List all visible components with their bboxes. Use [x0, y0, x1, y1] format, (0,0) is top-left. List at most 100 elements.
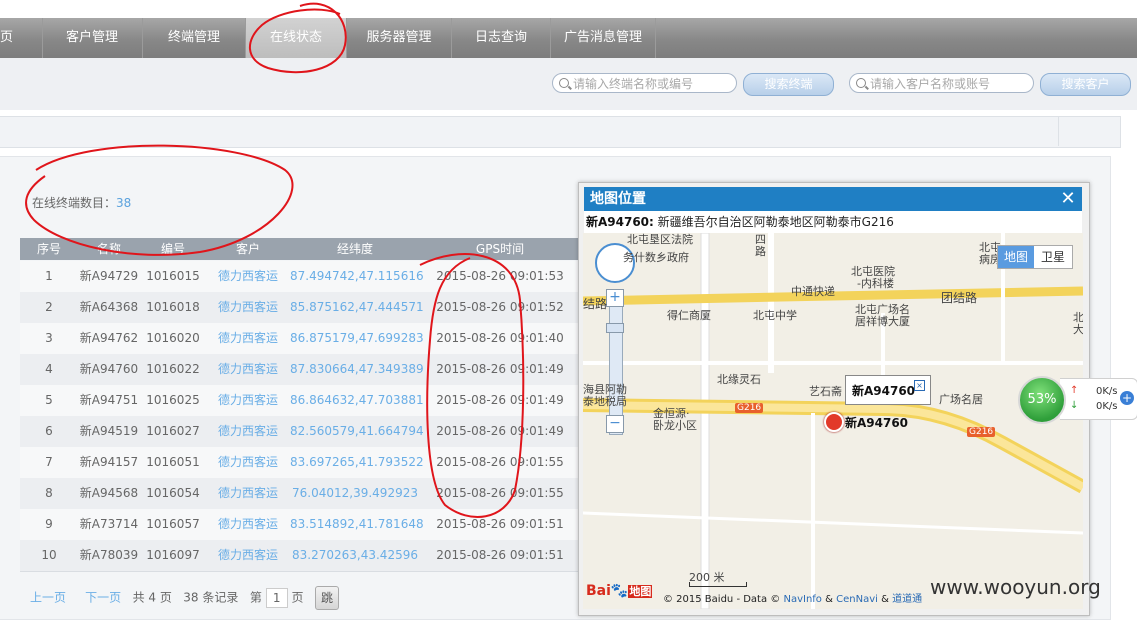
popup-label: 新A94760	[852, 384, 916, 398]
cennavi-link[interactable]: CenNavi	[836, 594, 878, 605]
cell-coords[interactable]: 86.864632,47.703881	[290, 385, 424, 415]
table-row[interactable]: 10 新A78039 1016097 德力西客运 83.270263,43.42596 2…	[20, 540, 580, 572]
search-customer-button[interactable]: 搜索客户	[1040, 73, 1131, 96]
section-header-bar	[0, 116, 1121, 148]
cell-name: 新A94751	[79, 393, 139, 407]
map-label: 泰地税局	[583, 395, 627, 408]
cell-coords[interactable]: 85.875162,47.444571	[290, 292, 424, 322]
daodao-link[interactable]: 道道通	[892, 594, 922, 605]
cell-no: 1	[45, 269, 53, 283]
download-arrow-icon: ↓	[1070, 400, 1079, 411]
memory-usage-ball[interactable]: 53%	[1018, 376, 1066, 424]
vehicle-marker-icon[interactable]	[824, 412, 844, 432]
table-row[interactable]: 4 新A94760 1016022 德力西客运 87.830664,47.349389 2…	[20, 354, 580, 386]
table-row[interactable]: 9 新A73714 1016057 德力西客运 83.514892,41.781648 2…	[20, 509, 580, 541]
zoom-slider[interactable]	[609, 293, 623, 435]
cell-customer[interactable]: 德力西客运	[206, 540, 290, 570]
cell-customer[interactable]: 德力西客运	[206, 354, 290, 384]
map-label: 北缘灵石	[717, 373, 761, 386]
cell-gps-time: 2015-08-26 09:01:52	[436, 300, 564, 314]
cell-coords[interactable]: 83.514892,41.781648	[290, 509, 424, 539]
cell-no: 6	[45, 424, 53, 438]
table-row[interactable]: 2 新A64368 1016018 德力西客运 85.875162,47.444571 2…	[20, 292, 580, 324]
cell-coords[interactable]: 87.494742,47.115616	[290, 261, 424, 291]
map-address-vehicle: 新A94760:	[586, 215, 654, 229]
map-label: 务什数乡政府	[623, 251, 689, 264]
next-page-link[interactable]: 下一页	[85, 591, 121, 605]
cell-coords[interactable]: 76.04012,39.492923	[290, 478, 420, 508]
cell-gps-time: 2015-08-26 09:01:49	[436, 393, 564, 407]
cell-customer[interactable]: 德力西客运	[206, 447, 290, 477]
table-row[interactable]: 5 新A94751 1016025 德力西客运 86.864632,47.703881 2…	[20, 385, 580, 417]
total-records: 38 条记录	[183, 590, 239, 605]
cell-id: 1016027	[146, 424, 200, 438]
map-address: 新A94760: 新疆维吾尔自治区阿勒泰地区阿勒泰市G216	[584, 211, 1082, 233]
map-type-map-button[interactable]: 地图	[998, 246, 1034, 268]
col-header-coords: 经纬度	[336, 242, 373, 256]
zoom-in-icon[interactable]: +	[606, 289, 624, 307]
nav-item-logs[interactable]: 日志查询	[452, 18, 551, 58]
cell-id: 1016057	[146, 517, 200, 531]
table-row[interactable]: 3 新A94762 1016020 德力西客运 86.875179,47.699283 2…	[20, 323, 580, 355]
plus-icon[interactable]: +	[1120, 391, 1134, 405]
goto-page-button[interactable]: 跳	[314, 586, 339, 610]
map-label: 团结路	[941, 291, 978, 305]
cell-name: 新A94519	[79, 424, 139, 438]
cell-customer[interactable]: 德力西客运	[206, 509, 290, 539]
cell-customer[interactable]: 德力西客运	[206, 323, 290, 353]
cell-customer[interactable]: 德力西客运	[206, 261, 290, 291]
table-row[interactable]: 8 新A94568 1016054 德力西客运 76.04012,39.492923 20…	[20, 478, 580, 510]
cell-id: 1016097	[146, 548, 200, 562]
zoom-out-icon[interactable]: −	[606, 415, 624, 433]
cell-customer[interactable]: 德力西客运	[206, 385, 290, 415]
cell-name: 新A94729	[79, 269, 139, 283]
col-header-name: 名称	[96, 242, 121, 256]
cell-id: 1016018	[146, 300, 200, 314]
map-copyright: © 2015 Baidu - Data © NavInfo & CenNavi …	[663, 590, 922, 605]
map-label: 北屯垦区法院	[627, 233, 693, 246]
cell-gps-time: 2015-08-26 09:01:51	[436, 548, 564, 562]
cell-coords[interactable]: 82.560579,41.664794	[290, 416, 424, 446]
search-terminal-button[interactable]: 搜索终端	[743, 73, 834, 96]
nav-item-online-status[interactable]: 在线状态	[246, 18, 347, 58]
zoom-handle[interactable]	[606, 323, 624, 333]
cell-gps-time: 2015-08-26 09:01:53	[436, 269, 564, 283]
online-count-value: 38	[116, 196, 132, 210]
table-row[interactable]: 1 新A94729 1016015 德力西客运 87.494742,47.115616 2…	[20, 261, 580, 293]
map-canvas[interactable]: + − 北屯垦区法院 四 路 务什数乡政府 北屯医院 -内科楼 中通快递 结路 …	[583, 233, 1083, 609]
col-header-id: 编号	[160, 242, 185, 256]
cell-id: 1016015	[146, 269, 200, 283]
map-scale-bar	[689, 582, 747, 587]
cell-coords[interactable]: 87.830664,47.349389	[290, 354, 424, 384]
nav-item-terminals[interactable]: 终端管理	[143, 18, 246, 58]
nav-item-home[interactable]: 页	[0, 18, 43, 58]
customer-search-input[interactable]: 请输入客户名称或账号	[849, 73, 1034, 93]
goto-suffix: 页	[291, 590, 304, 605]
highway-shield: G216	[967, 427, 996, 437]
cell-no: 7	[45, 455, 53, 469]
cell-customer[interactable]: 德力西客运	[206, 292, 290, 322]
total-pages: 共 4 页	[132, 590, 172, 605]
nav-item-customers[interactable]: 客户管理	[42, 18, 143, 58]
nav-item-ads[interactable]: 广告消息管理	[551, 18, 656, 58]
cell-coords[interactable]: 86.875179,47.699283	[290, 323, 424, 353]
upload-speed: 0K/s	[1096, 386, 1118, 397]
cell-name: 新A94157	[79, 455, 139, 469]
prev-page-link[interactable]: 上一页	[30, 591, 66, 605]
close-icon[interactable]: ✕	[1058, 187, 1078, 211]
cell-customer[interactable]: 德力西客运	[206, 478, 290, 508]
map-label: 卧龙小区	[653, 419, 697, 432]
nav-item-servers[interactable]: 服务器管理	[347, 18, 452, 58]
cell-coords[interactable]: 83.697265,41.793522	[290, 447, 424, 477]
upload-arrow-icon: ↑	[1070, 385, 1079, 396]
goto-page-input[interactable]: 1	[265, 588, 288, 608]
terminal-search-input[interactable]: 请输入终端名称或编号	[552, 73, 737, 93]
popup-close-icon[interactable]: ×	[914, 380, 925, 391]
col-header-customer: 客户	[235, 242, 260, 256]
cell-coords[interactable]: 83.270263,43.42596	[290, 540, 420, 570]
cell-customer[interactable]: 德力西客运	[206, 416, 290, 446]
table-row[interactable]: 7 新A94157 1016051 德力西客运 83.697265,41.793522 2…	[20, 447, 580, 479]
table-row[interactable]: 6 新A94519 1016027 德力西客运 82.560579,41.664794 2…	[20, 416, 580, 448]
map-type-satellite-button[interactable]: 卫星	[1035, 246, 1071, 268]
navinfo-link[interactable]: NavInfo	[783, 594, 821, 605]
